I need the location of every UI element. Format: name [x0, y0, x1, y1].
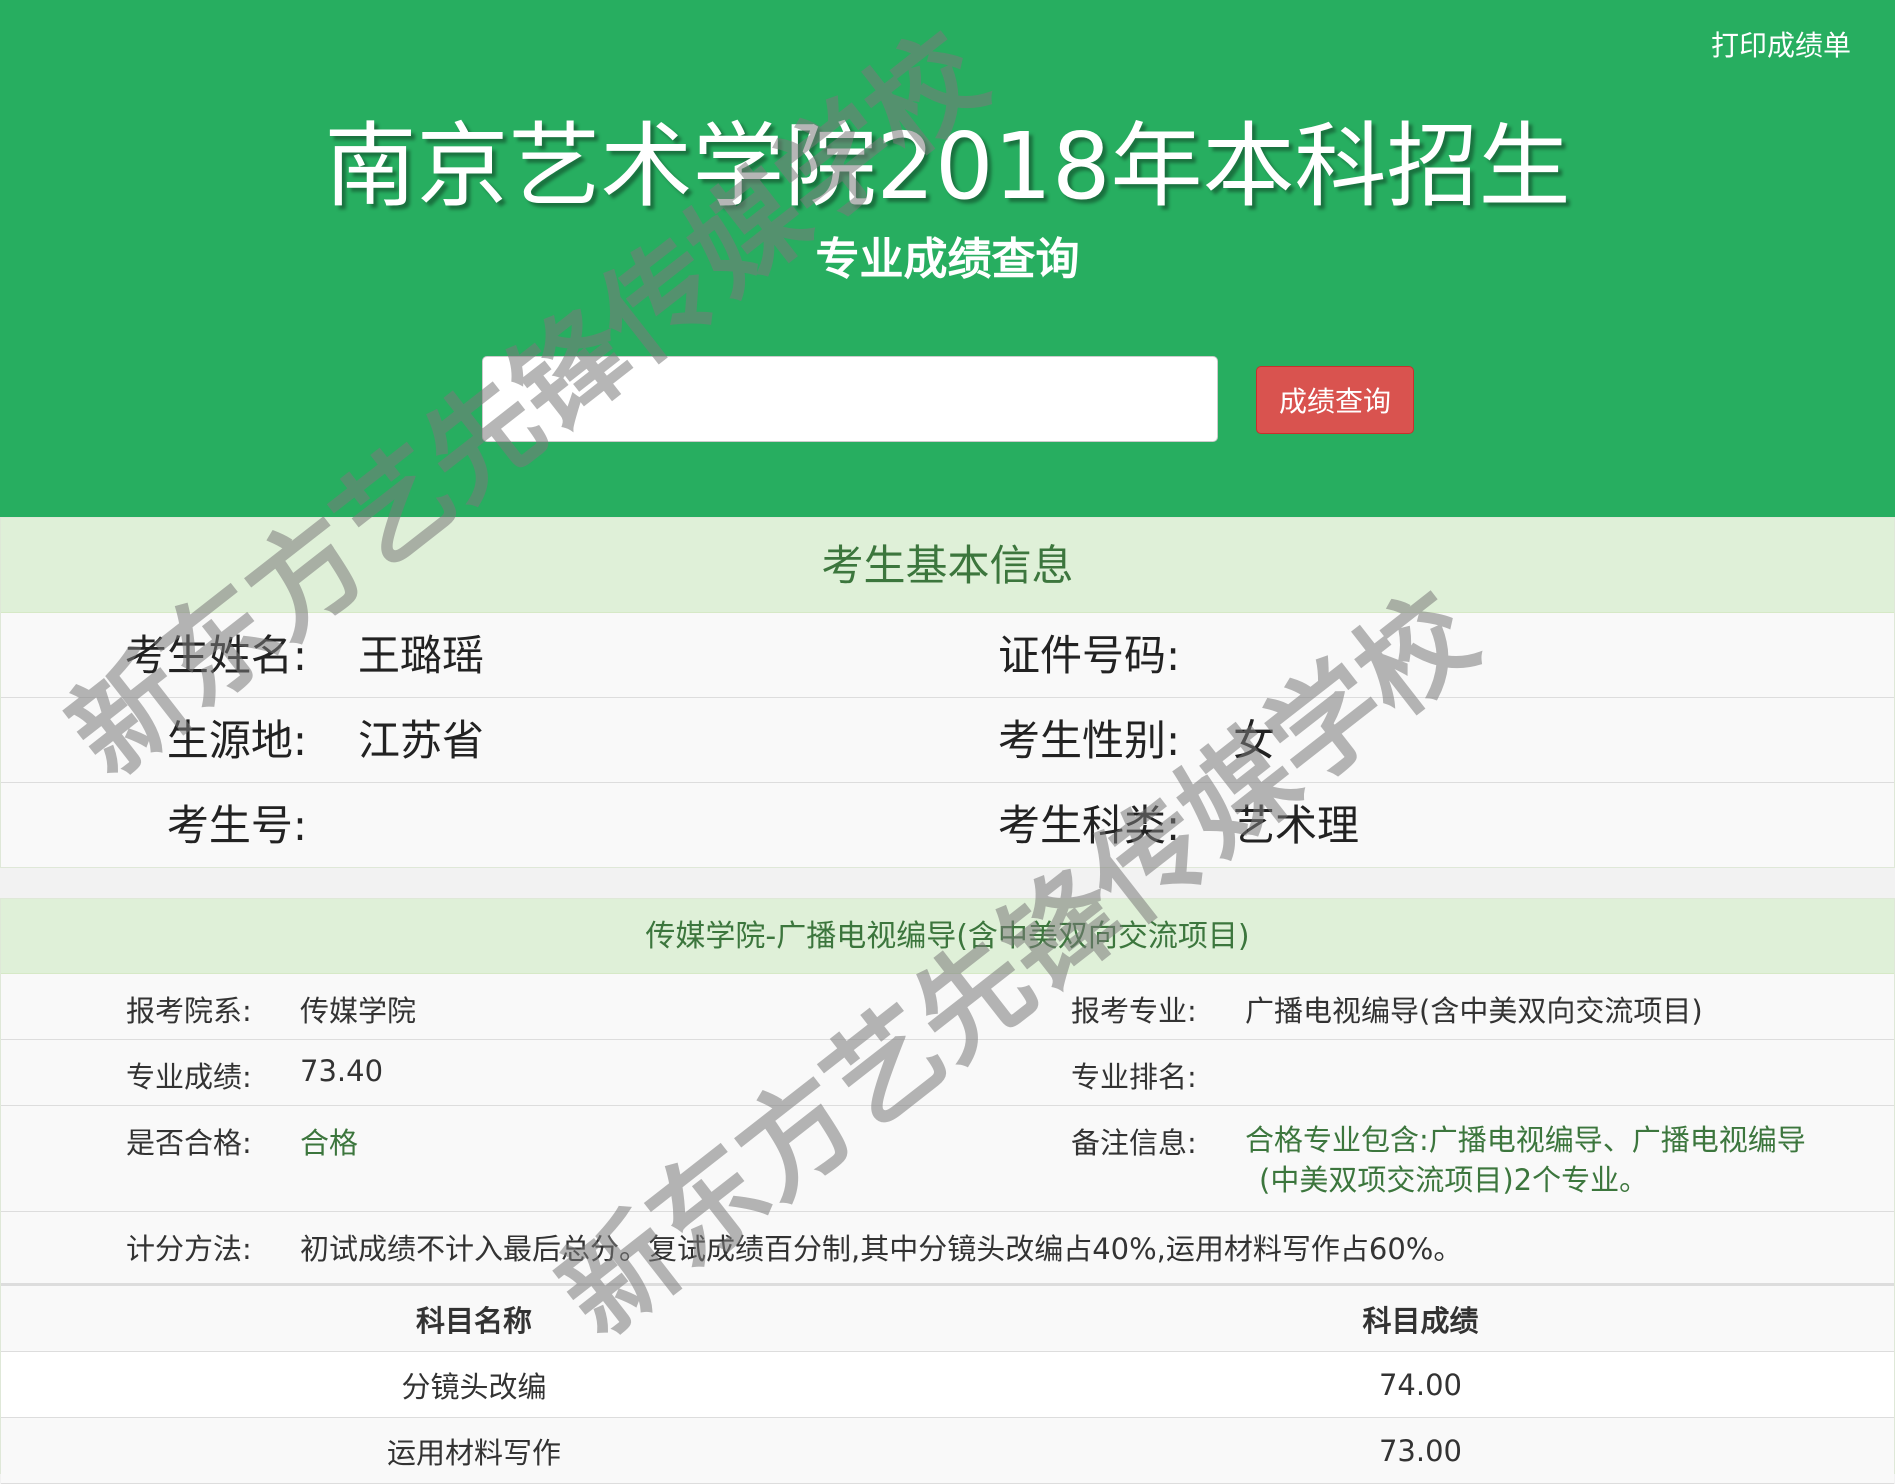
- query-score-button[interactable]: 成绩查询: [1256, 366, 1414, 434]
- basic-info-heading: 考生基本信息: [1, 518, 1894, 613]
- scoring-method-value: 初试成绩不计入最后总分。复试成绩百分制,其中分镜头改编占40%,运用材料写作占6…: [300, 1232, 1463, 1266]
- subject-category-label: 考生科类:: [998, 801, 1181, 850]
- origin-value: 江苏省: [358, 716, 485, 765]
- remark-line-2: (中美双项交流项目)2个专业。: [1259, 1163, 1649, 1197]
- department-value: 传媒学院: [300, 994, 417, 1028]
- major-heading: 传媒学院-广播电视编导(含中美双向交流项目): [1, 899, 1894, 974]
- department-label: 报考院系:: [126, 994, 252, 1028]
- pass-label: 是否合格:: [126, 1126, 252, 1160]
- subject-name-cell: 分镜头改编: [1, 1351, 947, 1418]
- subject-score-table: 科目名称 科目成绩 分镜头改编 74.00 运用材料写作 73.00: [1, 1284, 1894, 1484]
- page-subtitle: 专业成绩查询: [815, 234, 1080, 285]
- exam-number-label: 考生号:: [166, 801, 307, 850]
- major-value: 广播电视编导(含中美双向交流项目): [1245, 994, 1703, 1028]
- name-value: 王璐瑶: [358, 631, 485, 680]
- detail-row-pass: 是否合格: 合格 备注信息: 合格专业包含:广播电视编导、广播电视编导 (中美双…: [1, 1106, 1894, 1212]
- subject-category-value: 艺术理: [1233, 801, 1360, 850]
- basic-info-panel: 考生基本信息 考生姓名: 王璐瑶 证件号码: 生源地: 江苏省 考生性别: 女 …: [0, 517, 1895, 868]
- subject-score-cell: 74.00: [947, 1351, 1894, 1418]
- major-score-value: 73.40: [300, 1054, 384, 1088]
- remark-line-1: 合格专业包含:广播电视编导、广播电视编导: [1245, 1123, 1806, 1157]
- search-input[interactable]: [482, 356, 1218, 442]
- gender-label: 考生性别:: [998, 716, 1181, 765]
- remark-value: 合格专业包含:广播电视编导、广播电视编导 (中美双项交流项目)2个专业。: [1245, 1120, 1845, 1200]
- info-row-name: 考生姓名: 王璐瑶 证件号码:: [1, 613, 1894, 698]
- major-label: 报考专业:: [1071, 994, 1197, 1028]
- origin-label: 生源地:: [166, 716, 307, 765]
- detail-row-score: 专业成绩: 73.40 专业排名:: [1, 1040, 1894, 1106]
- major-score-label: 专业成绩:: [126, 1060, 252, 1094]
- subject-score-header: 科目成绩: [947, 1284, 1894, 1352]
- subject-name-header: 科目名称: [1, 1284, 947, 1352]
- major-score-panel: 传媒学院-广播电视编导(含中美双向交流项目) 报考院系: 传媒学院 报考专业: …: [0, 898, 1895, 1484]
- info-row-exam-number: 考生号: 考生科类: 艺术理: [1, 783, 1894, 868]
- id-number-label: 证件号码:: [998, 631, 1181, 680]
- pass-status-value: 合格: [300, 1126, 359, 1160]
- remark-label: 备注信息:: [1071, 1126, 1197, 1160]
- name-label: 考生姓名:: [124, 631, 307, 680]
- table-row: 分镜头改编 74.00: [1, 1351, 1894, 1418]
- info-row-origin: 生源地: 江苏省 考生性别: 女: [1, 698, 1894, 783]
- header-banner: 打印成绩单 南京艺术学院2018年本科招生 专业成绩查询 成绩查询: [0, 0, 1895, 517]
- scoring-method-label: 计分方法:: [126, 1232, 252, 1266]
- major-rank-label: 专业排名:: [1071, 1060, 1197, 1094]
- page-title: 南京艺术学院2018年本科招生: [324, 113, 1571, 220]
- table-header-row: 科目名称 科目成绩: [1, 1284, 1894, 1352]
- print-transcript-link[interactable]: 打印成绩单: [1711, 24, 1851, 64]
- gender-value: 女: [1233, 716, 1276, 765]
- detail-row-method: 计分方法: 初试成绩不计入最后总分。复试成绩百分制,其中分镜头改编占40%,运用…: [1, 1212, 1894, 1284]
- detail-row-department: 报考院系: 传媒学院 报考专业: 广播电视编导(含中美双向交流项目): [1, 974, 1894, 1040]
